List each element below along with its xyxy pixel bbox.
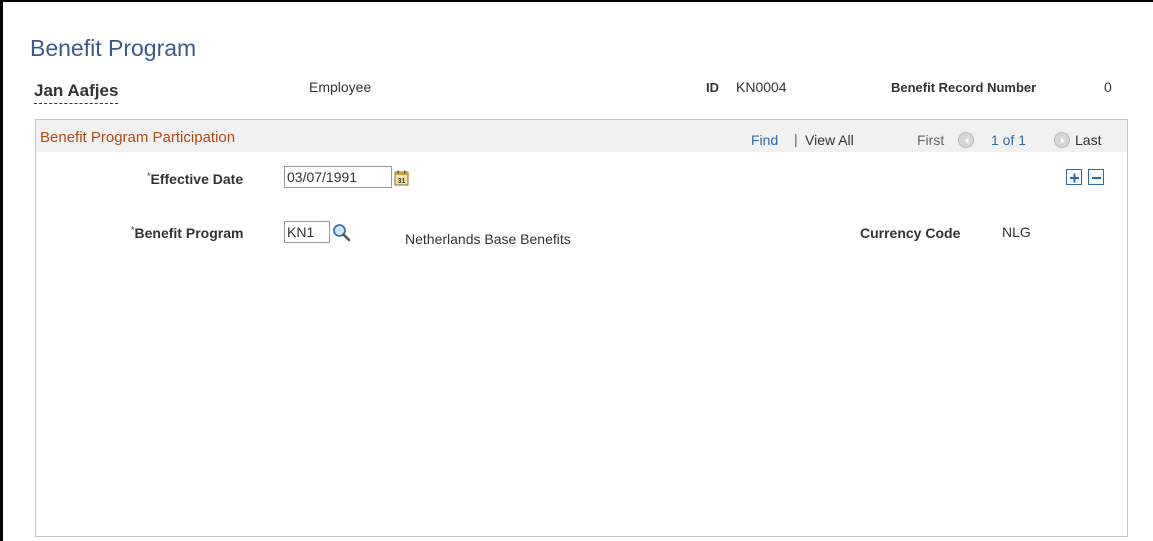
calendar-icon[interactable]: 31 — [394, 170, 409, 191]
benefit-program-participation-panel: Benefit Program Participation Find | Vie… — [35, 119, 1128, 537]
previous-arrow-icon[interactable] — [958, 132, 974, 148]
benefit-program-label-text: Benefit Program — [134, 225, 244, 241]
svg-text:31: 31 — [398, 178, 406, 185]
benefit-record-number-label: Benefit Record Number — [891, 80, 1037, 95]
delete-row-button[interactable] — [1088, 169, 1104, 185]
row-count: 1 of 1 — [991, 132, 1027, 148]
window-left-border — [0, 0, 3, 541]
benefit-program-description: Netherlands Base Benefits — [405, 231, 571, 247]
effective-date-label-text: Effective Date — [150, 171, 244, 187]
id-value: KN0004 — [736, 79, 787, 95]
add-row-button[interactable] — [1066, 169, 1082, 185]
currency-code-label: Currency Code — [860, 225, 961, 241]
effective-date-label: *Effective Date — [147, 171, 243, 187]
panel-title: Benefit Program Participation — [40, 129, 236, 146]
benefit-record-number-value: 0 — [1104, 79, 1112, 95]
view-all-link[interactable]: View All — [805, 132, 854, 148]
nav-separator: | — [794, 131, 798, 147]
find-link[interactable]: Find — [751, 132, 778, 148]
id-label: ID — [706, 80, 719, 95]
benefit-program-input[interactable] — [284, 221, 330, 243]
minus-icon — [1092, 177, 1101, 179]
effective-date-input[interactable] — [284, 166, 392, 188]
magnifier-icon[interactable] — [332, 223, 351, 247]
first-link: First — [917, 132, 945, 148]
employee-name[interactable]: Jan Aafjes — [34, 81, 119, 104]
last-link[interactable]: Last — [1075, 132, 1101, 148]
benefit-program-label: *Benefit Program — [131, 225, 243, 241]
employee-role: Employee — [309, 79, 372, 95]
plus-icon — [1070, 173, 1079, 183]
panel-header: Benefit Program Participation Find | Vie… — [36, 120, 1127, 152]
page-title: Benefit Program — [30, 35, 197, 61]
next-arrow-icon[interactable] — [1054, 132, 1070, 148]
window-top-border — [0, 0, 1153, 2]
currency-code-value: NLG — [1002, 224, 1031, 240]
